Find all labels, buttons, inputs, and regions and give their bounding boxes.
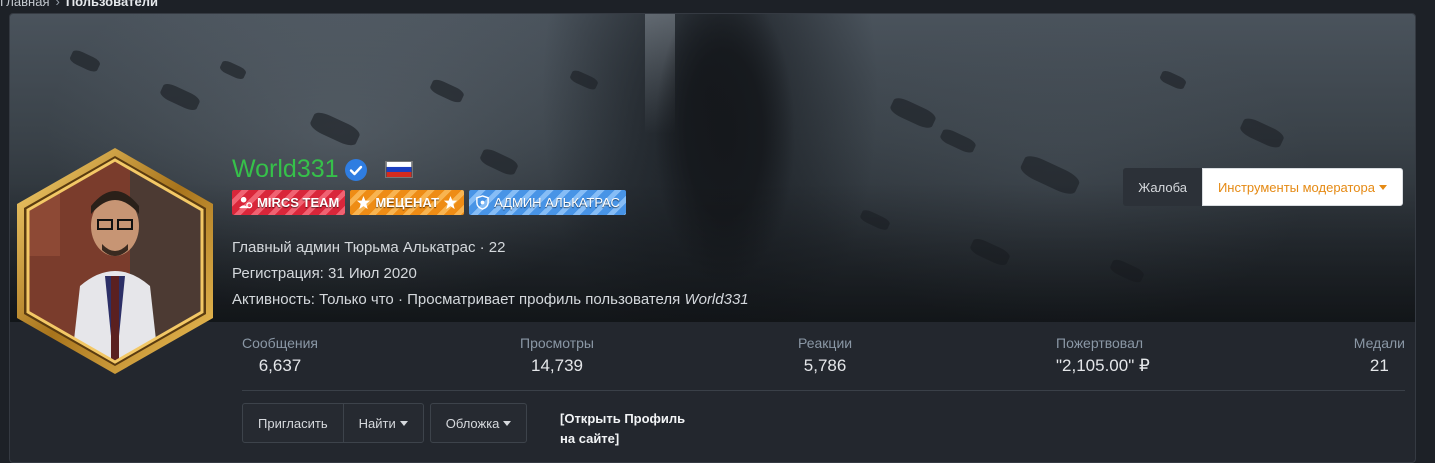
- stat-label: Просмотры: [520, 335, 594, 351]
- username[interactable]: World331: [232, 155, 339, 184]
- stat-label: Медали: [1353, 335, 1405, 351]
- stat-value: 6,637: [258, 356, 302, 375]
- stat-medals[interactable]: Медали 21: [1354, 335, 1405, 376]
- verified-check-icon: [344, 158, 367, 181]
- badge-admin-alcatraz: АДМИН АЛЬКАТРАС: [469, 190, 626, 215]
- avatar-hexagon-frame-icon: [17, 148, 213, 374]
- activity-text: Активность: Только что · Просматривает п…: [232, 291, 685, 308]
- find-dropdown-button[interactable]: Найти: [342, 404, 423, 442]
- stat-value: 21: [1369, 356, 1389, 375]
- user-badges: MIRCS TEAM МЕЦЕНАТ АДМИН АЛЬКАТРАС: [232, 190, 626, 215]
- badge-label: MIRCS TEAM: [257, 195, 340, 210]
- breadcrumb-current[interactable]: Пользователи: [66, 0, 158, 9]
- cover-label: Обложка: [445, 415, 500, 431]
- caret-down-icon: [1379, 184, 1387, 190]
- activity-line: Активность: Только что · Просматривает п…: [232, 291, 749, 308]
- stat-value: 14,739: [531, 356, 583, 375]
- stat-donated: Пожертвовал "2,105.00" ₽: [1056, 335, 1150, 376]
- caret-down-icon: [399, 420, 408, 426]
- stat-value: "2,105.00" ₽: [1056, 356, 1150, 375]
- profile-stats: Сообщения 6,637 Просмотры 14,739 Реакции…: [242, 335, 1405, 391]
- stat-reactions[interactable]: Реакции 5,786: [798, 335, 852, 376]
- caret-down-icon: [503, 420, 512, 426]
- badge-label: МЕЦЕНАТ: [375, 195, 440, 210]
- user-gear-icon: [238, 196, 253, 209]
- stat-label: Сообщения: [242, 335, 318, 351]
- star-icon: [444, 195, 458, 210]
- button-group: Пригласить Найти: [242, 403, 424, 443]
- badge-mecenat: МЕЦЕНАТ: [350, 190, 465, 215]
- stat-views: Просмотры 14,739: [520, 335, 594, 376]
- find-label: Найти: [358, 415, 396, 431]
- report-button[interactable]: Жалоба: [1123, 168, 1202, 206]
- breadcrumb: Главная › Пользователи: [0, 0, 158, 9]
- open-profile-line-2: на сайте]: [560, 431, 620, 446]
- cover-dropdown-button[interactable]: Обложка: [431, 404, 527, 442]
- button-group: Обложка: [429, 403, 528, 443]
- stat-label: Реакции: [798, 335, 853, 351]
- shield-icon: [476, 195, 489, 210]
- russia-flag-icon: [384, 161, 413, 178]
- stat-messages[interactable]: Сообщения 6,637: [242, 335, 318, 376]
- breadcrumb-home[interactable]: Главная: [0, 0, 49, 9]
- moderator-tools-button[interactable]: Инструменты модератора: [1201, 168, 1403, 206]
- chevron-right-icon: ›: [55, 0, 60, 9]
- stat-label: Пожертвовал: [1056, 335, 1144, 351]
- stat-value: 5,786: [803, 356, 847, 375]
- username-row: World331: [232, 155, 413, 184]
- profile-toolbar: Пригласить Найти Обложка: [242, 403, 528, 443]
- badge-mircs-team: MIRCS TEAM: [232, 190, 346, 215]
- registration-date: Регистрация: 31 Июл 2020: [232, 265, 417, 282]
- open-profile-line-1: [Открыть Профиль: [560, 411, 686, 426]
- activity-user-link[interactable]: World331: [684, 291, 748, 308]
- user-title-line: Главный админ Тюрьма Алькатрас · 22: [232, 239, 506, 256]
- badge-label: АДМИН АЛЬКАТРАС: [494, 195, 620, 210]
- moderator-tools-label: Инструменты модератора: [1217, 179, 1375, 195]
- avatar[interactable]: [10, 146, 220, 376]
- open-profile-link[interactable]: [Открыть Профиль на сайте]: [560, 409, 720, 449]
- star-icon: [357, 195, 371, 210]
- profile-actions: Жалоба Инструменты модератора: [1123, 168, 1403, 206]
- profile-card: Сообщения 6,637 Просмотры 14,739 Реакции…: [9, 13, 1416, 463]
- invite-button[interactable]: Пригласить: [243, 404, 343, 442]
